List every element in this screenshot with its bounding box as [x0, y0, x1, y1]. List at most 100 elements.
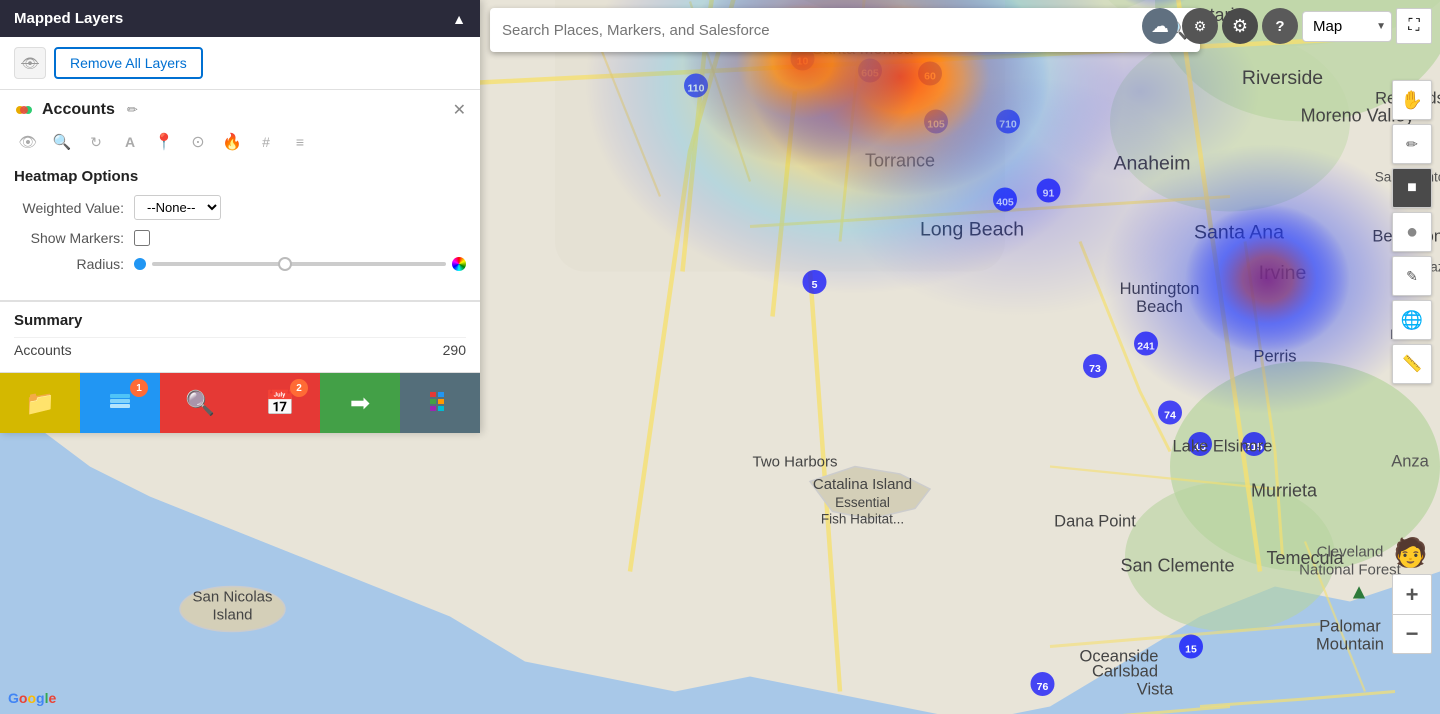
mapped-layers-panel: Mapped Layers ▲ 👁 Remove All Layers Acco… [0, 0, 480, 433]
heatmap-options-title: Heatmap Options [14, 168, 466, 185]
draw-polygon-btn[interactable]: ✎ [1392, 256, 1432, 296]
fullscreen-button[interactable]: ⛶ [1396, 8, 1432, 44]
zoom-controls: + − [1392, 574, 1432, 654]
remove-all-layers-btn[interactable]: Remove All Layers [54, 47, 203, 79]
radius-max-indicator [452, 257, 466, 271]
svg-text:Island: Island [212, 607, 252, 624]
show-markers-label: Show Markers: [14, 230, 134, 246]
calendar-badge: 2 [290, 379, 308, 397]
help-btn[interactable]: ? [1262, 8, 1298, 44]
tab-list[interactable] [400, 373, 480, 433]
panel-toolbar: 👁 Remove All Layers [0, 37, 480, 90]
layer-title-left: Accounts ✏ [14, 100, 138, 120]
settings-btn[interactable]: ⚙ [1222, 8, 1258, 44]
target-layer-icon[interactable]: ⊙ [184, 128, 212, 156]
accounts-dot-icon [14, 100, 34, 120]
route-tab-icon: ➡ [350, 389, 370, 418]
list-layer-icon[interactable]: ≡ [286, 128, 314, 156]
search-tab-icon: 🔍 [185, 389, 215, 418]
list-tab-icon [426, 386, 454, 421]
panel-collapse-btn[interactable]: ▲ [452, 11, 466, 27]
layer-close-btn[interactable]: ✕ [453, 100, 466, 120]
svg-text:Fish Habitat...: Fish Habitat... [821, 512, 904, 527]
radius-slider[interactable] [152, 262, 446, 266]
svg-text:Catalina Island: Catalina Island [813, 476, 912, 493]
search-input[interactable] [502, 22, 1158, 39]
svg-text:74: 74 [1164, 410, 1176, 422]
zoom-in-btn[interactable]: + [1392, 574, 1432, 614]
tab-calendar[interactable]: 📅 2 [240, 373, 320, 433]
layer-title-row: Accounts ✏ ✕ [14, 100, 466, 120]
ruler-btn[interactable]: 📏 [1392, 344, 1432, 384]
svg-text:15: 15 [1185, 644, 1197, 656]
svg-text:Mountain: Mountain [1316, 636, 1384, 654]
heatmap-layer-icon[interactable]: 🔥 [218, 128, 246, 156]
draw-square-btn[interactable]: ■ [1392, 168, 1432, 208]
svg-text:Anza: Anza [1391, 453, 1429, 471]
svg-text:San Clemente: San Clemente [1120, 556, 1234, 576]
svg-text:Vista: Vista [1137, 681, 1174, 699]
svg-text:Two Harbors: Two Harbors [752, 454, 837, 471]
google-logo-text: G [8, 690, 19, 706]
tab-route[interactable]: ➡ [320, 373, 400, 433]
svg-text:Palomar: Palomar [1319, 618, 1381, 636]
google-logo: Google [8, 690, 56, 706]
map-type-selector-wrapper: Map Satellite ▼ [1302, 11, 1392, 42]
summary-row-accounts: Accounts 290 [14, 337, 466, 362]
pan-tool-btn[interactable]: ✋ [1392, 80, 1432, 120]
layers-btn[interactable]: ⚙ [1182, 8, 1218, 44]
svg-text:Essential: Essential [835, 495, 890, 510]
summary-accounts-value: 290 [443, 342, 466, 358]
weather-btn[interactable]: ☁ [1142, 8, 1178, 44]
radius-label: Radius: [14, 256, 134, 272]
edit-layer-icon[interactable]: ✏ [127, 102, 138, 118]
layer-icon-toolbar: 👁 🔍 ↻ A 📍 ⊙ 🔥 # ≡ [14, 128, 466, 156]
svg-text:Carlsbad: Carlsbad [1092, 663, 1158, 681]
heatmap-options: Heatmap Options Weighted Value: --None--… [14, 168, 466, 290]
svg-text:▲: ▲ [1349, 581, 1370, 604]
search-layer-icon[interactable]: 🔍 [48, 128, 76, 156]
pin-layer-icon[interactable]: 📍 [150, 128, 178, 156]
tab-search[interactable]: 🔍 [160, 373, 240, 433]
svg-text:Cleveland: Cleveland [1317, 544, 1384, 561]
tab-folder[interactable]: 📁 [0, 373, 80, 433]
layer-section: Accounts ✏ ✕ 👁 🔍 ↻ A 📍 ⊙ 🔥 # ≡ Heatmap O… [0, 90, 480, 301]
tab-layers[interactable]: 1 [80, 373, 160, 433]
draw-circle-btn[interactable]: ● [1392, 212, 1432, 252]
panel-title: Mapped Layers [14, 10, 123, 27]
search-bar: 🔍 [490, 8, 1200, 52]
bottom-tabs: 📁 1 🔍 📅 2 ➡ [0, 372, 480, 433]
globe-btn[interactable]: 🌐 [1392, 300, 1432, 340]
eye-layer-icon[interactable]: 👁 [14, 128, 42, 156]
svg-text:76: 76 [1037, 681, 1049, 693]
svg-text:National Forest: National Forest [1299, 562, 1402, 579]
street-view-person[interactable]: 🧑 [1393, 536, 1428, 569]
weighted-value-select[interactable]: --None-- [134, 195, 221, 220]
summary-accounts-label: Accounts [14, 342, 72, 358]
panel-header: Mapped Layers ▲ [0, 0, 480, 37]
radius-slider-container [134, 257, 466, 271]
svg-text:Dana Point: Dana Point [1054, 513, 1136, 531]
layers-badge: 1 [130, 379, 148, 397]
svg-text:San Nicolas: San Nicolas [192, 589, 272, 606]
weighted-value-row: Weighted Value: --None-- [14, 195, 466, 220]
summary-section: Summary Accounts 290 [0, 301, 480, 372]
summary-title: Summary [14, 312, 466, 329]
weighted-value-label: Weighted Value: [14, 200, 134, 216]
svg-text:Lake Elsinore: Lake Elsinore [1173, 438, 1273, 456]
hide-layers-btn[interactable]: 👁 [14, 47, 46, 79]
refresh-layer-icon[interactable]: ↻ [82, 128, 110, 156]
map-type-selector[interactable]: Map Satellite [1302, 11, 1392, 42]
folder-icon: 📁 [25, 389, 55, 418]
svg-text:73: 73 [1089, 363, 1101, 375]
draw-line-btn[interactable]: ✏ [1392, 124, 1432, 164]
zoom-out-btn[interactable]: − [1392, 614, 1432, 654]
text-layer-icon[interactable]: A [116, 128, 144, 156]
radius-min-indicator [134, 258, 146, 270]
right-map-controls: ✋ ✏ ■ ● ✎ 🌐 📏 [1392, 80, 1432, 384]
svg-text:Murrieta: Murrieta [1251, 481, 1318, 501]
radius-row: Radius: [14, 256, 466, 272]
hash-layer-icon[interactable]: # [252, 128, 280, 156]
show-markers-checkbox[interactable] [134, 230, 150, 246]
accounts-label: Accounts [42, 101, 115, 119]
